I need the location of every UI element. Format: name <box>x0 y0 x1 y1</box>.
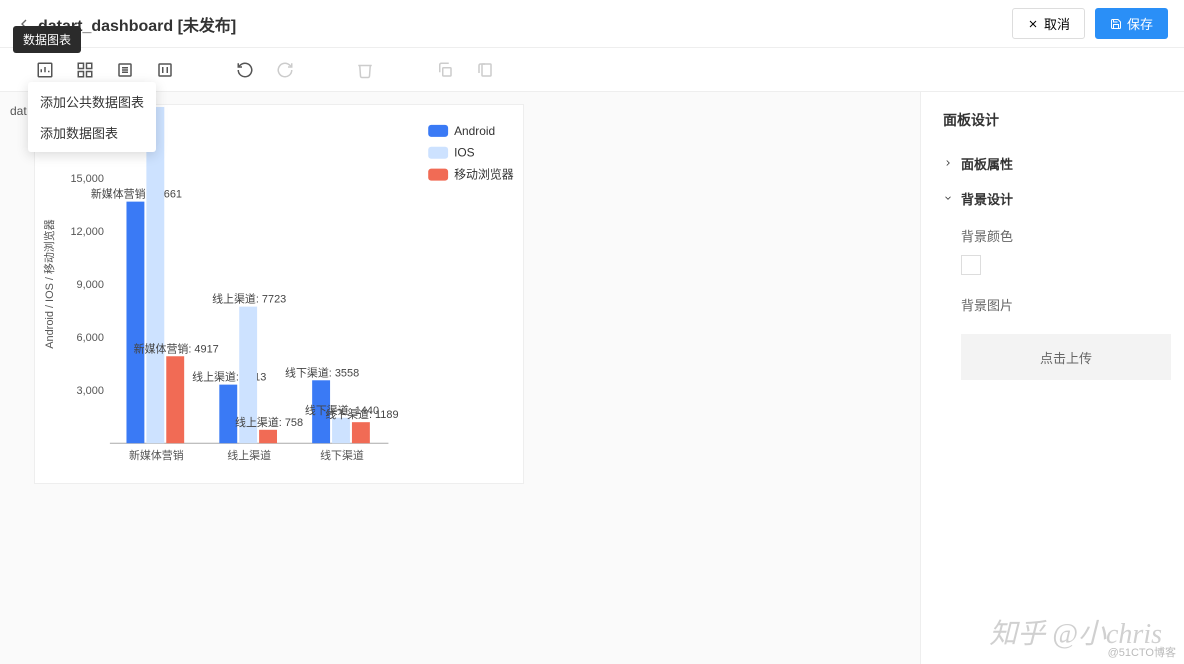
save-label: 保存 <box>1127 14 1153 33</box>
bg-color-label: 背景颜色 <box>961 226 1162 245</box>
svg-text:线上渠道: 758: 线上渠道: 758 <box>235 415 303 429</box>
main: dat Android / IOS / 移动浏览器 3,000 6,000 9,000… <box>0 92 1184 664</box>
save-button[interactable]: 保存 <box>1095 8 1168 39</box>
cancel-button[interactable]: 取消 <box>1012 8 1085 39</box>
tooltip-chart: 数据图表 <box>13 26 81 53</box>
svg-text:Android / IOS / 移动浏览器: Android / IOS / 移动浏览器 <box>42 219 56 349</box>
svg-text:线上渠道: 线上渠道 <box>227 448 271 462</box>
canvas-widget-label: dat <box>10 104 27 118</box>
svg-text:9,000: 9,000 <box>77 279 104 291</box>
redo-icon[interactable] <box>276 61 294 79</box>
bg-color-swatch[interactable] <box>961 255 981 275</box>
trash-icon[interactable] <box>356 61 374 79</box>
svg-text:15,000: 15,000 <box>70 173 103 185</box>
section-bg-label: 背景设计 <box>961 189 1013 208</box>
section-bg[interactable]: 背景设计 <box>943 181 1162 216</box>
section-attrs[interactable]: 面板属性 <box>943 146 1162 181</box>
paste-icon[interactable] <box>476 61 494 79</box>
svg-text:Android: Android <box>454 124 495 138</box>
side-panel: 面板设计 面板属性 背景设计 背景颜色 背景图片 点击上传 <box>920 92 1184 664</box>
cancel-label: 取消 <box>1044 14 1070 33</box>
panel-title: 面板设计 <box>943 110 1162 130</box>
chart-icon[interactable] <box>36 61 54 79</box>
header: datart_dashboard [未发布] 取消 保存 <box>0 0 1184 48</box>
svg-text:12,000: 12,000 <box>70 226 103 238</box>
bar-chart: Android / IOS / 移动浏览器 3,000 6,000 9,000 12,0… <box>35 105 523 483</box>
upload-button[interactable]: 点击上传 <box>961 334 1171 380</box>
svg-text:新媒体营销: 新媒体营销 <box>129 448 184 462</box>
svg-text:线下渠道: 3558: 线下渠道: 3558 <box>285 365 359 379</box>
undo-icon[interactable] <box>236 61 254 79</box>
toolbar <box>0 48 1184 92</box>
svg-text:IOS: IOS <box>454 146 475 160</box>
chevron-down-icon <box>943 191 953 206</box>
svg-text:移动浏览器: 移动浏览器 <box>454 168 514 182</box>
svg-text:3,000: 3,000 <box>77 385 104 397</box>
chart-dropdown: 添加公共数据图表 添加数据图表 <box>28 82 156 152</box>
chevron-right-icon <box>943 156 953 171</box>
section-attrs-label: 面板属性 <box>961 154 1013 173</box>
slider-icon[interactable] <box>156 61 174 79</box>
svg-text:新媒体营销: 13661: 新媒体营销: 13661 <box>91 187 182 201</box>
bg-image-label: 背景图片 <box>961 295 1162 314</box>
footer-handle: @51CTO博客 <box>1108 644 1176 660</box>
list-icon[interactable] <box>116 61 134 79</box>
svg-text:新媒体营销: 4917: 新媒体营销: 4917 <box>134 341 219 355</box>
svg-text:线下渠道: 线下渠道 <box>320 448 364 462</box>
copy-icon[interactable] <box>436 61 454 79</box>
chart-widget[interactable]: Android / IOS / 移动浏览器 3,000 6,000 9,000 12,0… <box>34 104 524 484</box>
svg-text:线下渠道: 1189: 线下渠道: 1189 <box>325 407 398 421</box>
grid-icon[interactable] <box>76 61 94 79</box>
canvas[interactable]: dat Android / IOS / 移动浏览器 3,000 6,000 9,000… <box>0 92 920 664</box>
dropdown-item-add[interactable]: 添加数据图表 <box>28 117 156 148</box>
dropdown-item-public[interactable]: 添加公共数据图表 <box>28 86 156 117</box>
svg-text:6,000: 6,000 <box>77 332 104 344</box>
svg-text:线上渠道: 7723: 线上渠道: 7723 <box>212 292 286 306</box>
